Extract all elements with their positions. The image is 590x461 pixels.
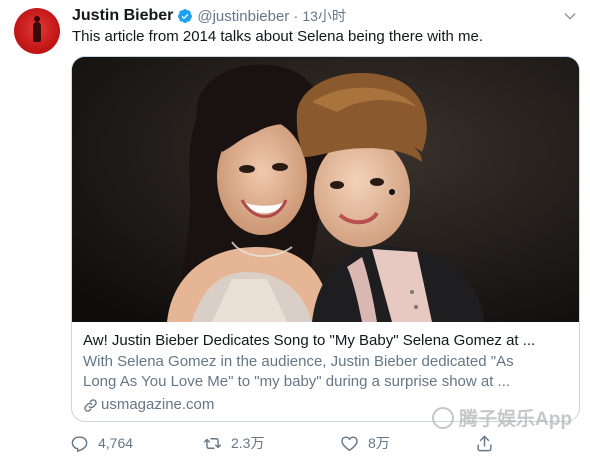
card-title[interactable]: Aw! Justin Bieber Dedicates Song to "My … xyxy=(83,331,535,351)
card-description-line-2: Long As You Love Me" to "my baby" during… xyxy=(83,373,511,390)
tweet-header: Justin Bieber @justinbieber · 13小时 xyxy=(72,6,346,26)
retweet-button[interactable]: 2.3万 xyxy=(203,430,264,456)
avatar-figure xyxy=(33,16,41,42)
watermark-text: 腾子娱乐App xyxy=(459,409,572,430)
reply-button[interactable]: 4,764 xyxy=(70,430,133,456)
heart-icon xyxy=(341,435,358,451)
chevron-down-icon[interactable] xyxy=(562,8,578,24)
watermark-logo-icon xyxy=(432,406,454,429)
share-icon xyxy=(477,435,492,451)
card-domain-text: usmagazine.com xyxy=(101,396,215,413)
link-card[interactable]: Aw! Justin Bieber Dedicates Song to "My … xyxy=(71,56,580,422)
like-button[interactable]: 8万 xyxy=(340,430,390,456)
link-icon xyxy=(84,398,97,412)
share-button[interactable] xyxy=(475,430,503,456)
tweet-actions: 4,764 2.3万 8万 xyxy=(70,430,590,456)
tweet-timestamp[interactable]: 13小时 xyxy=(302,6,346,26)
author-name[interactable]: Justin Bieber xyxy=(72,7,173,25)
header-separator: · xyxy=(293,7,299,25)
tweet-text: This article from 2014 talks about Selen… xyxy=(72,28,484,45)
watermark: 腾子娱乐App xyxy=(432,404,572,431)
verified-badge-icon xyxy=(178,9,193,23)
card-photo xyxy=(72,57,579,322)
like-count: 8万 xyxy=(368,435,390,451)
retweet-count: 2.3万 xyxy=(231,435,265,451)
avatar[interactable] xyxy=(14,8,60,54)
reply-icon xyxy=(71,435,88,452)
author-handle[interactable]: @justinbieber xyxy=(197,8,289,25)
retweet-icon xyxy=(203,437,222,449)
tweet[interactable]: Justin Bieber @justinbieber · 13小时 This … xyxy=(0,0,590,461)
card-description: With Selena Gomez in the audience, Justi… xyxy=(83,352,563,392)
card-description-line-1: With Selena Gomez in the audience, Justi… xyxy=(83,353,514,370)
card-image[interactable] xyxy=(72,57,579,322)
card-domain[interactable]: usmagazine.com xyxy=(83,395,214,415)
reply-count: 4,764 xyxy=(98,435,134,451)
